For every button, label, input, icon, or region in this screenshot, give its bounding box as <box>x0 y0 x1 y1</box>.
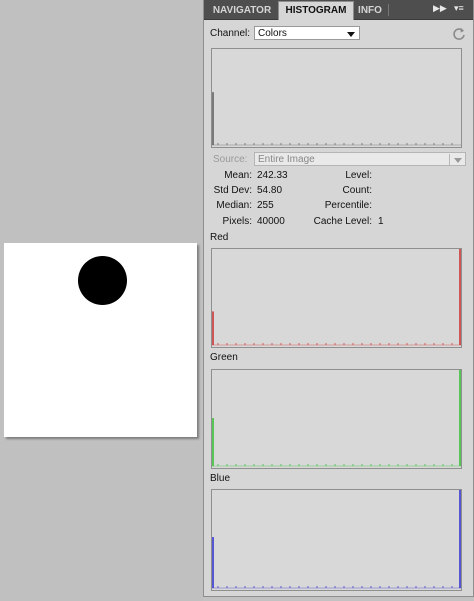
tab-navigator[interactable]: NAVIGATOR <box>208 2 276 19</box>
panel-menu-icon[interactable]: ▾≡ <box>454 3 464 14</box>
document-canvas-area <box>0 0 203 601</box>
percentile-label: Percentile: <box>324 200 372 211</box>
histogram-green <box>211 369 462 469</box>
level-label: Level: <box>345 170 372 181</box>
histogram-green-plot <box>212 370 461 467</box>
histogram-red-plot <box>212 249 461 346</box>
source-select[interactable]: Entire Image <box>254 152 466 166</box>
mean-value: 242.33 <box>257 170 288 181</box>
chevron-down-icon <box>454 158 462 163</box>
source-select-value: Entire Image <box>258 154 315 165</box>
black-circle-shape <box>78 256 127 305</box>
source-label: Source: <box>213 154 248 165</box>
collapse-panel-icon[interactable]: ▶▶ <box>433 3 447 14</box>
tab-info[interactable]: INFO <box>354 2 386 19</box>
tab-histogram[interactable]: HISTOGRAM <box>278 1 354 20</box>
panel-tab-bar: NAVIGATOR HISTOGRAM INFO ▶▶ ▾≡ <box>204 0 473 20</box>
mean-label: Mean: <box>224 170 252 181</box>
histogram-blue-plot <box>212 490 461 589</box>
stddev-value: 54.80 <box>257 185 283 196</box>
histogram-red <box>211 248 462 348</box>
histogram-blue <box>211 489 462 591</box>
histogram-colors <box>211 48 462 148</box>
histogram-colors-plot <box>212 92 461 146</box>
tab-divider <box>388 4 389 16</box>
document-image[interactable] <box>4 243 197 437</box>
pixels-label: Pixels: <box>222 216 252 227</box>
stddev-label: Std Dev: <box>213 185 252 196</box>
refresh-icon[interactable] <box>452 27 466 41</box>
channel-select-value: Colors <box>258 28 287 39</box>
cache-level-label: Cache Level: <box>313 216 372 227</box>
green-label: Green <box>210 352 238 363</box>
median-value: 255 <box>257 200 274 211</box>
red-label: Red <box>210 232 229 243</box>
chevron-down-icon <box>347 32 355 37</box>
count-label: Count: <box>342 185 372 196</box>
pixels-value: 40000 <box>257 216 285 227</box>
blue-label: Blue <box>210 473 231 484</box>
median-label: Median: <box>216 200 252 211</box>
channel-select[interactable]: Colors <box>254 26 360 40</box>
cache-level-value: 1 <box>378 216 384 227</box>
select-divider <box>449 154 450 165</box>
channel-label: Channel: <box>210 28 251 39</box>
histogram-panel: NAVIGATOR HISTOGRAM INFO ▶▶ ▾≡ Channel: … <box>203 0 474 597</box>
